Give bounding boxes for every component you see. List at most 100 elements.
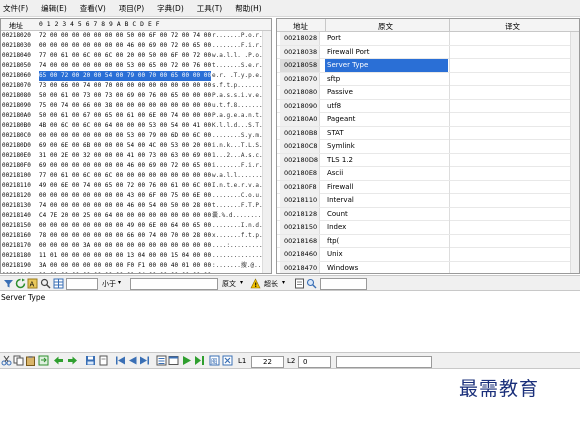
hex-row[interactable]: 00218050 74 00 00 00 00 00 00 00 53 00 65…	[1, 61, 271, 71]
compare-dropdown-arrow[interactable]: ▾	[118, 279, 121, 286]
l2-field[interactable]: 0	[298, 355, 331, 368]
hex-row[interactable]: 00218140 C4 7E 20 00 25 00 64 00 00 00 00…	[1, 211, 271, 221]
hex-row-bytes[interactable]: 00 00 00 00 00 00 00 00 46 00 69 00 72 0…	[39, 41, 211, 51]
table-row[interactable]: 00218038 Firewall Port	[277, 45, 579, 59]
row-translation[interactable]	[449, 153, 569, 167]
compare-operator-select[interactable]: 小于	[102, 279, 116, 289]
hex-row-bytes[interactable]: 50 00 61 00 67 00 65 00 61 00 6E 00 74 0…	[39, 111, 211, 121]
hex-row-bytes[interactable]: 11 01 00 00 00 00 00 00 01 04 00 00 00 0…	[39, 271, 211, 273]
hex-row[interactable]: 002180B0 4B 00 6C 00 6C 00 64 00 00 00 53…	[1, 121, 271, 131]
row-translation[interactable]	[449, 221, 569, 234]
table-row[interactable]: 00218470 Windows	[277, 261, 579, 274]
row-translation[interactable]	[449, 248, 569, 261]
table-row[interactable]: 00218128 Count	[277, 207, 579, 221]
row-original-text[interactable]: Ascii	[325, 167, 448, 180]
row-original-text[interactable]: Windows	[325, 262, 448, 274]
menu-item[interactable]: 文件(F)	[3, 3, 28, 14]
hex-row-bytes[interactable]: 00 00 00 00 00 00 00 00 49 00 6E 00 64 0…	[39, 221, 211, 231]
table-row[interactable]: 002180D8 TLS 1.2	[277, 153, 579, 167]
table-row[interactable]: 00218110 Interval	[277, 194, 579, 208]
hex-row[interactable]: 00218190 3A 00 00 00 00 00 00 00 F0 F1 00…	[1, 261, 271, 271]
hex-row-bytes[interactable]: 74 00 00 00 00 00 00 00 53 00 65 00 72 0…	[39, 61, 211, 71]
hex-row-bytes[interactable]: 72 00 00 00 00 00 00 00 50 00 6F 00 72 0…	[39, 31, 211, 41]
row-translation[interactable]	[449, 167, 569, 180]
save-icon[interactable]	[85, 355, 96, 366]
hex-row[interactable]: 00218110 49 00 6E 00 74 00 65 00 72 00 76…	[1, 181, 271, 191]
close-view-icon[interactable]	[222, 355, 233, 366]
hex-row-text[interactable]: :.......搜.@....	[212, 261, 269, 271]
hex-row[interactable]: 00218160 78 00 00 00 00 00 00 00 66 00 74…	[1, 231, 271, 241]
hex-row-bytes[interactable]: 69 00 6E 00 6B 00 00 00 54 00 4C 00 53 0…	[39, 141, 211, 151]
hex-row[interactable]: 002181A0 11 01 00 00 00 00 00 00 01 04 00…	[1, 271, 271, 273]
refresh-icon[interactable]	[15, 278, 26, 289]
hex-row-bytes[interactable]: 4B 00 6C 00 6C 00 64 00 00 00 53 00 54 0…	[39, 121, 211, 131]
copy-icon[interactable]	[13, 355, 24, 366]
hex-row[interactable]: 002180A0 50 00 61 00 67 00 65 00 61 00 6E…	[1, 111, 271, 121]
hex-row-bytes[interactable]: 00 00 00 00 00 00 00 00 43 00 6F 00 75 0…	[39, 191, 211, 201]
hex-row-bytes[interactable]: 77 00 61 00 6C 00 6C 00 20 00 50 00 6F 0…	[39, 51, 211, 61]
menu-item[interactable]: 工具(T)	[197, 3, 222, 14]
hex-row[interactable]: 00218170 00 00 00 00 3A 00 00 00 00 00 00…	[1, 241, 271, 251]
hex-row[interactable]: 00218040 77 00 61 00 6C 00 6C 00 20 00 50…	[1, 51, 271, 61]
table-row[interactable]: 00218028 Port	[277, 32, 579, 46]
hex-row-text[interactable]: 囊.%.d.........	[212, 211, 265, 221]
hex-row[interactable]: 00218060 65 00 72 00 20 00 54 00 79 00 70…	[1, 71, 271, 81]
list-icon[interactable]	[156, 355, 167, 366]
row-translation[interactable]	[449, 32, 569, 45]
hex-row[interactable]: 002180D0 69 00 6E 00 6B 00 00 00 54 00 4C…	[1, 141, 271, 151]
previous-icon[interactable]	[127, 355, 138, 366]
table-row[interactable]: 00218168 ftp(	[277, 234, 579, 248]
hex-row-bytes[interactable]: 00 00 00 00 00 00 00 00 53 00 79 00 6D 0…	[39, 131, 211, 141]
menu-item[interactable]: 帮助(H)	[235, 3, 262, 14]
row-original-text[interactable]: Interval	[325, 194, 448, 207]
table-row[interactable]: 00218058 Server Type	[277, 59, 579, 73]
row-translation[interactable]	[449, 261, 569, 273]
column-header-address[interactable]: 地址	[293, 21, 308, 32]
filter-value-input[interactable]	[320, 278, 367, 290]
hex-row[interactable]: 00218080 50 00 61 00 73 00 73 00 69 00 76…	[1, 91, 271, 101]
grid-icon[interactable]	[53, 278, 64, 289]
l1-field[interactable]: 22	[251, 355, 284, 368]
hex-row-bytes[interactable]: 73 00 66 00 74 00 70 00 00 00 00 00 00 0…	[39, 81, 211, 91]
last-icon[interactable]	[139, 355, 150, 366]
table-row[interactable]: 002180A0 Pageant	[277, 113, 579, 127]
table-row[interactable]: 002180B8 STAT	[277, 126, 579, 140]
row-original-text[interactable]: utf8	[325, 100, 448, 113]
row-translation[interactable]	[449, 207, 569, 221]
string-table-vertical-scrollbar[interactable]	[570, 32, 579, 273]
hex-row[interactable]: 00218150 00 00 00 00 00 00 00 00 49 00 6E…	[1, 221, 271, 231]
hex-row[interactable]: 00218020 72 00 00 00 00 00 00 00 50 00 6F…	[1, 31, 271, 41]
arrow-left-icon[interactable]	[53, 355, 64, 366]
row-original-text[interactable]: Firewall Port	[325, 46, 448, 59]
row-original-text[interactable]: Symlink	[325, 140, 448, 153]
step-icon[interactable]	[194, 355, 205, 366]
menu-item[interactable]: 编辑(E)	[41, 3, 67, 14]
grid-view-icon[interactable]: 图	[209, 355, 220, 366]
hex-row-bytes[interactable]: 00 00 00 00 3A 00 00 00 00 00 00 00 00 0…	[39, 241, 211, 251]
paste-icon[interactable]	[25, 355, 36, 366]
hex-row-bytes[interactable]: 74 00 00 00 00 00 00 00 46 00 54 00 50 0…	[39, 201, 211, 211]
hex-row-bytes[interactable]: 49 00 6E 00 74 00 65 00 72 00 76 00 61 0…	[39, 181, 211, 191]
row-original-text[interactable]: Pageant	[325, 113, 448, 126]
text-preview-area[interactable]: Server Type	[0, 292, 580, 351]
menu-item[interactable]: 项目(P)	[119, 3, 144, 14]
row-original-text[interactable]: Server Type	[325, 59, 448, 72]
min-length-input[interactable]	[66, 278, 98, 290]
search-text-input[interactable]	[130, 278, 218, 290]
hex-row-bytes[interactable]: 11 01 00 00 00 00 00 00 13 04 00 00 15 0…	[39, 251, 211, 261]
first-icon[interactable]	[115, 355, 126, 366]
row-translation[interactable]	[449, 234, 569, 248]
row-original-text[interactable]: Unix	[325, 248, 448, 261]
row-translation[interactable]	[449, 99, 569, 113]
table-row[interactable]: 002180E8 Ascii	[277, 167, 579, 181]
window-icon[interactable]	[168, 355, 179, 366]
row-translation[interactable]	[449, 194, 569, 207]
hex-row-bytes[interactable]: C4 7E 20 00 25 00 64 00 00 00 00 00 00 0…	[39, 211, 211, 221]
hex-row[interactable]: 002180E0 31 00 2E 00 32 00 00 00 41 00 73…	[1, 151, 271, 161]
hex-row[interactable]: 002180F0 69 00 00 00 00 00 00 00 46 00 69…	[1, 161, 271, 171]
row-translation[interactable]	[449, 180, 569, 194]
row-translation[interactable]	[449, 86, 569, 99]
replace-icon[interactable]	[38, 355, 49, 366]
hex-row-bytes[interactable]: 75 00 74 00 66 00 38 00 00 00 00 00 00 0…	[39, 101, 211, 111]
search-icon[interactable]	[40, 278, 51, 289]
